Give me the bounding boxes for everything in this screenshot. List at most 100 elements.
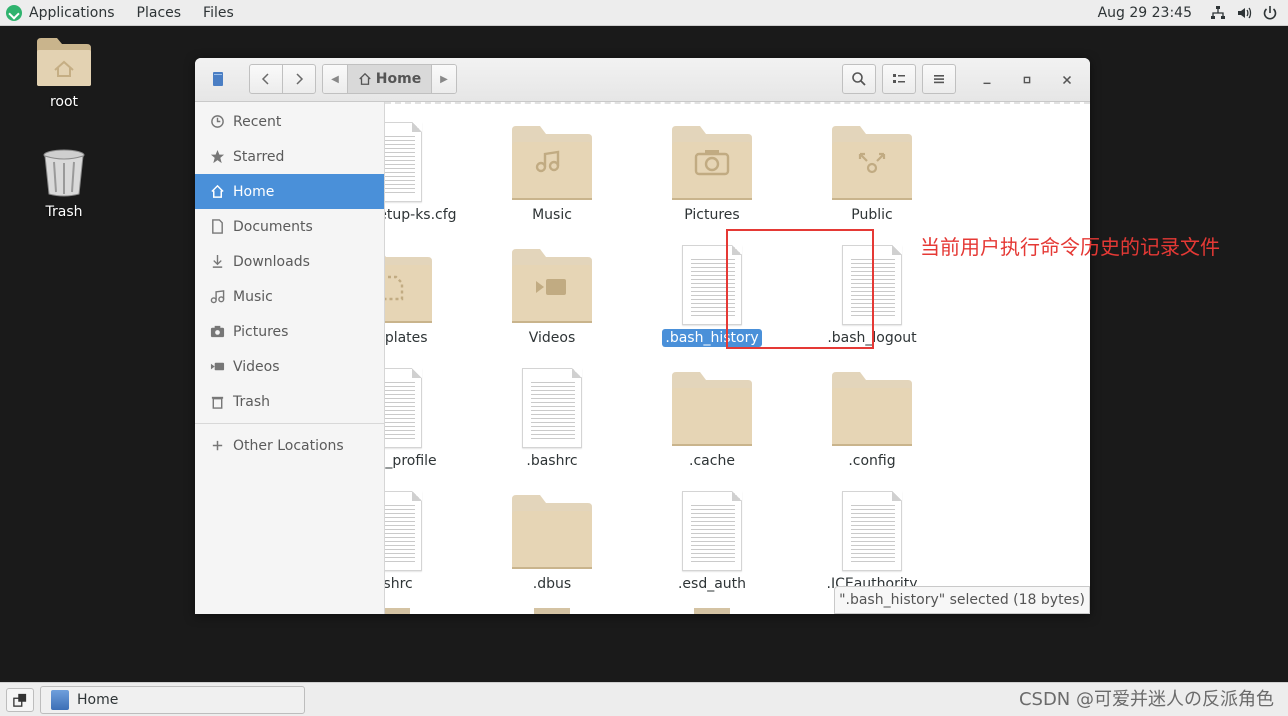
hamburger-menu-icon xyxy=(934,75,944,84)
video-icon xyxy=(209,359,225,375)
folder-item[interactable]: Pictures xyxy=(632,116,792,224)
folder-icon xyxy=(694,608,730,614)
forward-button[interactable] xyxy=(282,64,316,94)
path-bar: ◀ Home ▶ xyxy=(322,64,457,94)
sidebar: Recent Starred Home Documents Downloads … xyxy=(195,102,385,614)
show-desktop-button[interactable] xyxy=(6,688,34,712)
file-item[interactable]: .bash_profile xyxy=(385,362,472,470)
path-home-label: Home xyxy=(375,71,422,87)
file-item[interactable]: .esd_auth xyxy=(632,485,792,593)
desktop-trash[interactable]: Trash xyxy=(24,148,104,220)
folder-item[interactable]: .config xyxy=(792,362,952,470)
sidebar-item-label: Pictures xyxy=(233,323,289,340)
watermark: CSDN @可爱并迷人の反派角色 xyxy=(1018,689,1274,710)
trash-can-icon xyxy=(43,149,85,197)
path-scroll-right[interactable]: ▶ xyxy=(432,65,456,93)
folder-item[interactable]: .cache xyxy=(632,362,792,470)
sidebar-item-documents[interactable]: Documents xyxy=(195,209,384,244)
file-grid: initial-setup-ks.cfg Music Pictures Public T… xyxy=(385,102,1090,614)
maximize-button[interactable] xyxy=(1017,70,1037,90)
desktop-root-folder[interactable]: root xyxy=(24,36,104,110)
close-button[interactable] xyxy=(1057,70,1077,90)
file-item[interactable]: .ICEauthority xyxy=(792,485,952,593)
list-view-icon xyxy=(893,74,905,83)
sidebar-separator xyxy=(195,423,384,424)
trash-icon xyxy=(209,394,225,410)
volume-icon[interactable] xyxy=(1236,5,1252,21)
home-icon xyxy=(359,72,371,85)
item-name-label: .bash_logout xyxy=(827,330,917,346)
taskbar-window-home[interactable]: Home xyxy=(40,686,305,714)
view-toggle-button[interactable] xyxy=(882,64,916,94)
item-name-label: .dbus xyxy=(532,576,572,592)
folder-item[interactable]: Music xyxy=(472,116,632,224)
sidebar-item-pictures[interactable]: Pictures xyxy=(195,314,384,349)
bottom-panel: Home CSDN @可爱并迷人の反派角色 xyxy=(0,682,1288,716)
sidebar-item-videos[interactable]: Videos xyxy=(195,349,384,384)
files-menu-label: Files xyxy=(203,4,234,21)
item-name-label: .esd_auth xyxy=(677,576,747,592)
path-home-button[interactable]: Home xyxy=(347,65,432,93)
path-scroll-left[interactable]: ◀ xyxy=(323,65,347,93)
folder-icon xyxy=(472,239,632,325)
clock[interactable]: Aug 29 23:45 xyxy=(1098,5,1192,21)
file-manager-window: ◀ Home ▶ Recent Starred Home Documents D… xyxy=(195,58,1090,614)
minimize-button[interactable] xyxy=(977,70,997,90)
sidebar-item-label: Music xyxy=(233,288,273,305)
show-desktop-icon xyxy=(13,693,27,707)
file-item[interactable]: .bash_history xyxy=(632,239,792,347)
applications-logo-icon xyxy=(6,4,22,21)
item-name-label: .bash_history xyxy=(662,329,762,347)
applications-menu-label: Applications xyxy=(29,4,115,21)
item-name-label: Music xyxy=(532,207,572,223)
folder-item[interactable]: Videos xyxy=(472,239,632,347)
desktop-trash-label: Trash xyxy=(45,204,83,220)
sidebar-item-trash[interactable]: Trash xyxy=(195,384,384,419)
star-icon xyxy=(209,149,225,165)
item-name-label: .bashrc xyxy=(526,453,578,469)
sidebar-item-label: Recent xyxy=(233,113,282,130)
music-icon xyxy=(209,289,225,305)
sidebar-item-downloads[interactable]: Downloads xyxy=(195,244,384,279)
folder-item[interactable]: Public xyxy=(792,116,952,224)
file-item[interactable]: .bashrc xyxy=(472,362,632,470)
folder-item[interactable]: .dbus xyxy=(472,485,632,593)
drop-indicator xyxy=(385,102,1090,104)
item-name-label: .cshrc xyxy=(385,576,413,592)
sidebar-item-recent[interactable]: Recent xyxy=(195,104,384,139)
sidebar-item-starred[interactable]: Starred xyxy=(195,139,384,174)
sidebar-toggle-button[interactable] xyxy=(203,64,233,94)
desktop-root-label: root xyxy=(49,94,79,110)
sidebar-item-home[interactable]: Home xyxy=(195,174,384,209)
home-folder-icon xyxy=(37,38,91,86)
camera-icon xyxy=(209,324,225,340)
item-name-label: Templates xyxy=(385,330,428,346)
search-button[interactable] xyxy=(842,64,876,94)
network-icon[interactable] xyxy=(1210,5,1226,21)
folder-icon xyxy=(792,362,952,448)
file-item[interactable]: initial-setup-ks.cfg xyxy=(385,116,472,224)
files-app-icon xyxy=(213,72,223,86)
clock-icon xyxy=(209,114,225,130)
minimize-icon xyxy=(983,82,991,85)
files-app-icon xyxy=(51,690,69,710)
folder-icon xyxy=(472,116,632,202)
applications-menu[interactable]: Applications xyxy=(0,0,126,26)
power-icon[interactable] xyxy=(1262,5,1278,21)
text-file-icon xyxy=(385,485,472,571)
back-button[interactable] xyxy=(249,64,283,94)
text-file-icon xyxy=(472,362,632,448)
text-file-icon xyxy=(632,485,792,571)
file-item[interactable]: .cshrc xyxy=(385,485,472,593)
item-name-label: .config xyxy=(848,453,896,469)
annotation-text: 当前用户执行命令历史的记录文件 xyxy=(920,235,1220,259)
text-file-icon xyxy=(385,116,472,202)
item-name-label: .bash_profile xyxy=(385,453,437,469)
sidebar-item-other-locations[interactable]: Other Locations xyxy=(195,428,384,463)
menu-button[interactable] xyxy=(922,64,956,94)
places-menu[interactable]: Places xyxy=(126,0,193,26)
folder-item[interactable]: Templates xyxy=(385,239,472,347)
download-icon xyxy=(209,254,225,270)
sidebar-item-music[interactable]: Music xyxy=(195,279,384,314)
files-menu[interactable]: Files xyxy=(192,0,245,26)
